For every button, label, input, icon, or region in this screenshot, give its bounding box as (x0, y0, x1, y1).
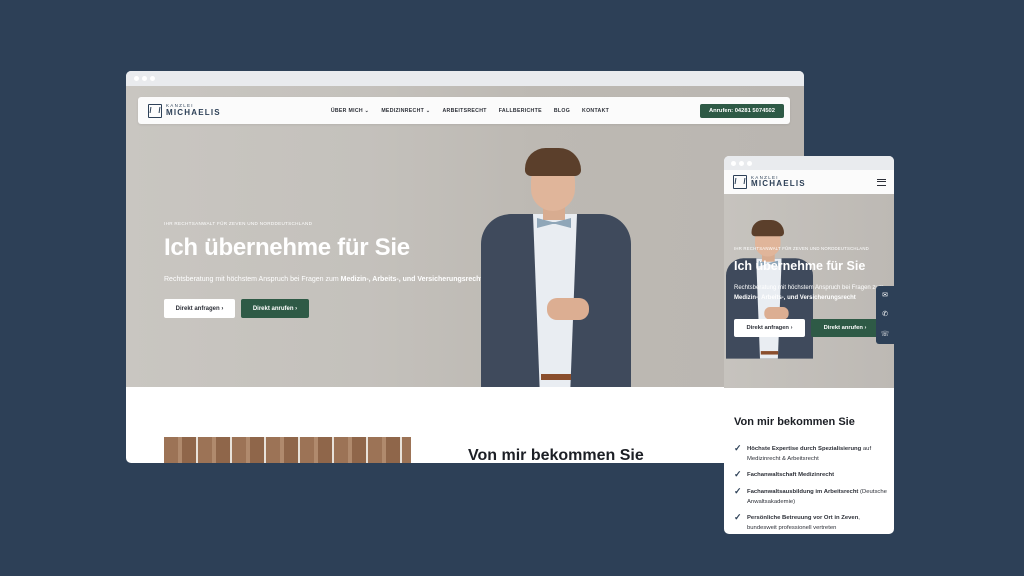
mail-icon[interactable]: ✉ (882, 292, 888, 299)
window-dot (150, 76, 155, 81)
phone-icon[interactable]: ✆ (882, 311, 888, 318)
nav-item-ueber-mich[interactable]: ÜBER MICH ⌄ (331, 108, 370, 114)
section-heading: Von mir bekommen Sie (468, 447, 644, 463)
nav-item-fallberichte[interactable]: FALLBERICHTE (499, 108, 542, 114)
section-image (164, 437, 411, 463)
logo-name-text: MICHAELIS (751, 179, 806, 189)
hero-kicker: IHR RECHTSANWALT FÜR ZEVEN UND NORDDEUTS… (164, 221, 313, 226)
checkmark-icon: ✓ (734, 443, 742, 453)
mobile-browser-window: KANZLEI MICHAELIS IHR RECHTSANWALT FÜR Z… (724, 156, 894, 534)
floating-contact-bar: ✉ ✆ ☏ (876, 286, 894, 344)
site-logo[interactable]: KANZLEI MICHAELIS (733, 175, 806, 189)
checkmark-icon: ✓ (734, 486, 742, 496)
window-dot (739, 160, 744, 166)
whatsapp-icon[interactable]: ☏ (881, 331, 890, 338)
window-dot (747, 160, 752, 166)
feature-item: ✓ Fachanwaltsausbildung im Arbeitsrecht (… (734, 486, 887, 505)
window-dot (134, 76, 139, 81)
chevron-right-icon: › (864, 325, 867, 331)
hero-subtitle: Rechtsberatung mit höchstem Anspruch bei… (734, 285, 884, 301)
lawyer-portrait-image (481, 148, 631, 387)
logo-name-text: MICHAELIS (166, 107, 221, 117)
mobile-navbar: KANZLEI MICHAELIS (724, 170, 894, 194)
hero-kicker: IHR RECHTSANWALT FÜR ZEVEN UND NORDDEUTS… (734, 246, 869, 251)
logo-mark-icon (733, 175, 747, 189)
hero-title: Ich übernehme für Sie (734, 259, 866, 273)
call-direct-button[interactable]: Direkt anrufen › (241, 299, 309, 318)
window-dot (731, 160, 736, 166)
hamburger-icon[interactable] (877, 178, 886, 186)
call-direct-button[interactable]: Direkt anrufen › (811, 319, 879, 337)
checkmark-icon: ✓ (734, 469, 742, 479)
request-button[interactable]: Direkt anfragen › (164, 299, 235, 318)
request-button[interactable]: Direkt anfragen › (734, 319, 805, 337)
window-titlebar (724, 156, 894, 170)
nav-item-arbeitsrecht[interactable]: ARBEITSRECHT (443, 108, 487, 114)
chevron-right-icon: › (221, 305, 224, 312)
chevron-right-icon: › (790, 325, 793, 331)
feature-item: ✓ Persönliche Betreuung vor Ort in Zeven,… (734, 512, 860, 531)
nav-item-blog[interactable]: BLOG (554, 108, 570, 114)
nav-menu: ÜBER MICH ⌄ MEDIZINRECHT ⌄ ARBEITSRECHT … (331, 108, 609, 114)
call-button[interactable]: Anrufen: 04281 5074502 (699, 103, 784, 118)
nav-item-medizinrecht[interactable]: MEDIZINRECHT ⌄ (381, 108, 430, 114)
desktop-browser-window: KANZLEI MICHAELIS ÜBER MICH ⌄ MEDIZINREC… (126, 71, 804, 463)
checkmark-icon: ✓ (734, 512, 742, 522)
feature-item: ✓ Fachanwaltschaft Medizinrecht (734, 469, 835, 479)
section-heading: Von mir bekommen Sie (734, 416, 855, 428)
window-titlebar (126, 71, 804, 86)
nav-item-kontakt[interactable]: KONTAKT (582, 108, 609, 114)
window-dot (142, 76, 147, 81)
hero-section: KANZLEI MICHAELIS ÜBER MICH ⌄ MEDIZINREC… (126, 86, 804, 387)
site-logo[interactable]: KANZLEI MICHAELIS (148, 103, 221, 118)
hero-title: Ich übernehme für Sie (164, 234, 410, 261)
main-navbar: KANZLEI MICHAELIS ÜBER MICH ⌄ MEDIZINREC… (138, 97, 790, 124)
logo-mark-icon (148, 103, 162, 118)
mobile-hero-section: IHR RECHTSANWALT FÜR ZEVEN UND NORDDEUTS… (724, 194, 894, 388)
feature-item: ✓ Höchste Expertise durch Spezialisierung… (734, 443, 872, 462)
hero-subtitle: Rechtsberatung mit höchstem Anspruch bei… (164, 276, 483, 283)
chevron-right-icon: › (295, 305, 298, 312)
